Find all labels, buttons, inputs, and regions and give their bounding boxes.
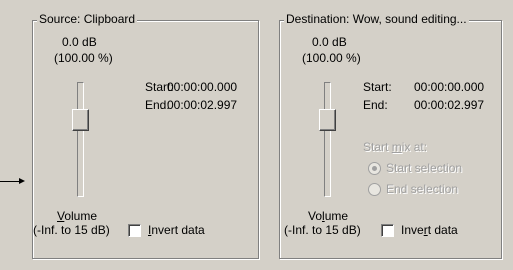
source-end-label: End: bbox=[145, 98, 170, 112]
destination-start-value: 00:00:00.000 bbox=[414, 80, 485, 94]
start-selection-label[interactable]: Start selection bbox=[386, 161, 462, 175]
destination-group-title: Destination: Wow, sound editing... bbox=[284, 12, 469, 26]
destination-volume-label: Volume bbox=[308, 209, 349, 223]
source-volume-range: (-Inf. to 15 dB) bbox=[33, 223, 110, 237]
destination-group: Destination: Wow, sound editing... 0.0 d… bbox=[279, 12, 502, 259]
destination-volume-slider-track[interactable] bbox=[324, 82, 331, 197]
source-group: Source: Clipboard 0.0 dB (100.00 %) Star… bbox=[32, 12, 259, 259]
source-volume-slider-track[interactable] bbox=[77, 82, 84, 197]
end-selection-label[interactable]: End selection bbox=[386, 182, 458, 196]
source-level-percent: (100.00 %) bbox=[54, 51, 113, 65]
pointer-arrow-icon bbox=[0, 178, 25, 184]
destination-end-label: End: bbox=[363, 98, 388, 112]
destination-volume-range: (-Inf. to 15 dB) bbox=[284, 223, 361, 237]
source-start-value: 00:00:00.000 bbox=[167, 80, 238, 94]
end-selection-radio[interactable] bbox=[368, 183, 381, 196]
source-end-value: 00:00:02.997 bbox=[167, 98, 238, 112]
destination-level-db: 0.0 dB bbox=[312, 35, 347, 49]
source-level-db: 0.0 dB bbox=[62, 35, 97, 49]
destination-start-label: Start: bbox=[363, 80, 392, 94]
destination-end-value: 00:00:02.997 bbox=[414, 98, 485, 112]
source-volume-slider-thumb[interactable] bbox=[72, 109, 89, 131]
source-invert-checkbox[interactable] bbox=[128, 224, 141, 237]
destination-level-percent: (100.00 %) bbox=[302, 51, 361, 65]
start-mix-at-label: Start mix at: bbox=[363, 140, 428, 154]
mix-paste-dialog: Source: Clipboard 0.0 dB (100.00 %) Star… bbox=[0, 0, 513, 270]
start-selection-radio[interactable] bbox=[368, 162, 381, 175]
source-invert-label[interactable]: Invert data bbox=[148, 223, 205, 237]
destination-invert-label[interactable]: Invert data bbox=[401, 223, 458, 237]
destination-volume-slider-thumb[interactable] bbox=[319, 109, 336, 131]
source-volume-label: Volume bbox=[57, 209, 98, 223]
destination-invert-checkbox[interactable] bbox=[381, 224, 394, 237]
source-group-title: Source: Clipboard bbox=[37, 12, 138, 26]
